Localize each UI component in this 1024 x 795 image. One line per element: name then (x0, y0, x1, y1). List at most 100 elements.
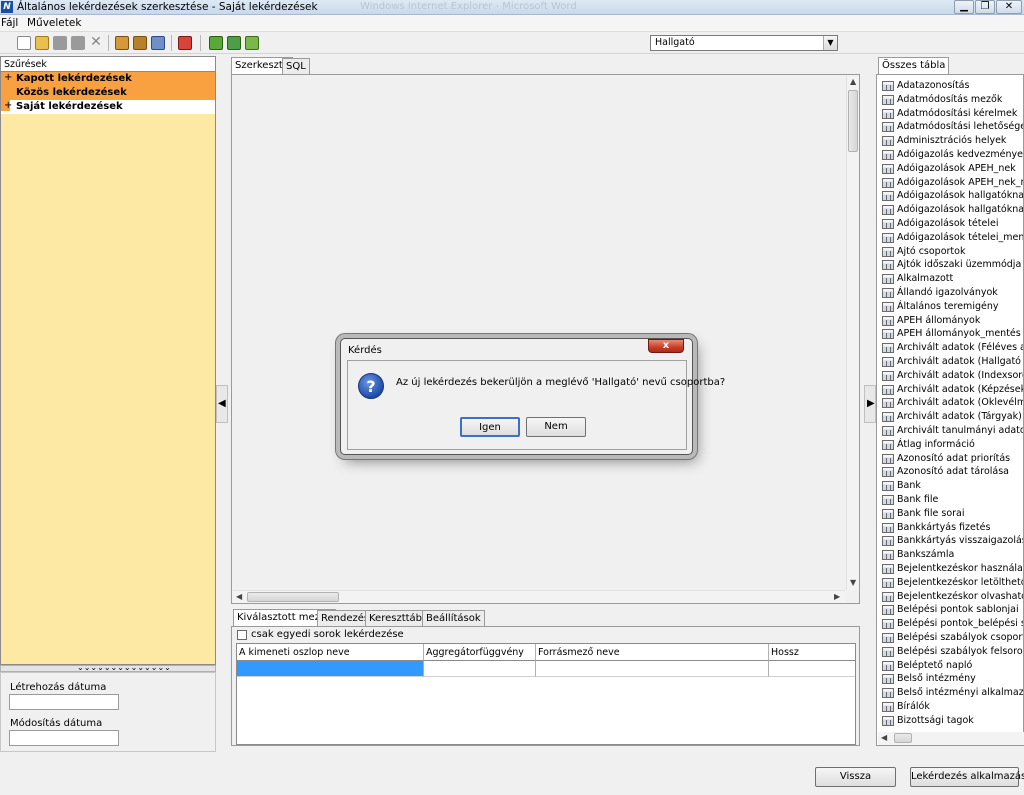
editor-vertical-scrollbar[interactable]: ▲ ▼ (846, 76, 859, 590)
scroll-left-icon[interactable]: ◀ (236, 592, 242, 601)
dialog-title: Kérdés (348, 345, 382, 356)
modified-date-label: Módosítás dátuma (10, 718, 103, 729)
toolbar: ✕ (0, 32, 1024, 54)
chevron-down-icon[interactable]: ▼ (823, 36, 837, 50)
no-button[interactable]: Nem (526, 417, 586, 437)
table-cell-selected[interactable] (237, 661, 424, 677)
list-item-label: Adóigazolás kedvezményezettje (897, 149, 1023, 160)
list-item-label: Adóigazolások hallgatóknak_mentés (897, 204, 1024, 216)
table-icon (882, 329, 894, 340)
expand-icon[interactable]: + (4, 72, 12, 83)
app-icon: N (1, 1, 13, 13)
maximize-button[interactable]: ❐ (975, 0, 995, 14)
list-item-label: Azonosító adat priorítás (897, 452, 1011, 464)
column-header-length[interactable]: Hossz (769, 644, 855, 661)
table-icon (882, 715, 894, 726)
collapse-right-button[interactable]: ▶ (864, 385, 876, 423)
created-date-label: Létrehozás dátuma (10, 682, 107, 693)
close-window-button[interactable]: ✕ (996, 0, 1022, 14)
table-list-horizontal-scrollbar[interactable]: ◀ (878, 732, 1024, 745)
column-header-output-name[interactable]: A kimeneti oszlop neve (237, 644, 424, 661)
table-list[interactable]: Adatazonosítás Adatmódosítás mezők Adatmód… (876, 74, 1024, 746)
back-button[interactable]: Vissza (815, 767, 896, 787)
paste-icon[interactable] (133, 36, 147, 50)
table-icon (882, 591, 894, 602)
minimize-button[interactable]: ▁ (954, 0, 974, 14)
tree-item-shared[interactable]: Közös lekérdezések (1, 86, 215, 100)
add-field-icon[interactable] (209, 36, 223, 50)
created-date-field[interactable] (9, 694, 119, 710)
modified-date-field[interactable] (9, 730, 119, 746)
sort-az-icon[interactable] (227, 36, 241, 50)
table-icon (882, 619, 894, 630)
import-icon[interactable] (178, 36, 192, 50)
save-icon[interactable] (53, 36, 67, 50)
list-item-label: Belépési szabályok csoportosítása (897, 632, 1024, 643)
list-item-label: Archivált adatok (Oklevélmellékletek) (897, 397, 1023, 409)
apply-query-button[interactable]: Lekérdezés alkalmazása (910, 767, 1024, 787)
table-icon (882, 177, 894, 188)
table-icon (882, 453, 894, 464)
table-cell[interactable] (424, 661, 536, 677)
list-item-label: Belépési pontok_belépési szabályok (897, 618, 1023, 630)
list-item-label: Bizottsági tagok (897, 714, 974, 726)
yes-button[interactable]: Igen (460, 417, 520, 437)
scroll-thumb[interactable] (848, 90, 858, 152)
splitter-grip-icon: ⌄⌄⌄⌄⌄⌄⌄⌄⌄⌄⌄⌄⌄⌄ (77, 663, 171, 672)
question-icon: ? (358, 373, 384, 399)
expand-icon[interactable]: + (1, 100, 12, 111)
tab-sql[interactable]: SQL (282, 58, 310, 75)
distinct-rows-label: csak egyedi sorok lekérdezése (251, 629, 404, 640)
list-item-label: Adatmódosítási lehetőségek (897, 121, 1024, 133)
table-icon (882, 646, 894, 657)
table-cell[interactable] (769, 661, 855, 677)
list-item-label: Belső intézményi alkalmazott (897, 687, 1024, 699)
column-header-aggregate[interactable]: Aggregátorfüggvény (424, 644, 536, 661)
table-cell[interactable] (536, 661, 769, 677)
new-document-icon[interactable] (17, 36, 31, 50)
sort-za-icon[interactable] (245, 36, 259, 50)
delete-icon[interactable]: ✕ (89, 35, 103, 50)
table-icon (882, 232, 894, 243)
scroll-thumb[interactable] (894, 733, 912, 743)
tree-item-received[interactable]: + Kapott lekérdezések (1, 72, 215, 86)
table-icon (882, 136, 894, 147)
tab-settings[interactable]: Beállítások (422, 610, 485, 627)
copy-icon[interactable] (115, 36, 129, 50)
scroll-right-icon[interactable]: ▶ (834, 592, 840, 601)
list-item-label: Archivált adatok (Képzések) (897, 383, 1024, 395)
group-combo[interactable]: Hallgató ▼ (650, 35, 838, 51)
list-item-label: Átlag információ (897, 438, 975, 450)
save-as-icon[interactable] (71, 36, 85, 50)
export-icon[interactable] (151, 36, 165, 50)
tab-all-tables[interactable]: Összes tábla (878, 57, 950, 75)
collapse-left-button[interactable]: ◀ (216, 385, 228, 423)
distinct-rows-checkbox[interactable] (237, 630, 247, 640)
table-icon (882, 246, 894, 257)
scroll-down-icon[interactable]: ▼ (850, 578, 856, 587)
list-item-label: Bank file sorai (897, 507, 965, 519)
column-header-source-field[interactable]: Forrásmező neve (536, 644, 769, 661)
open-folder-icon[interactable] (35, 36, 49, 50)
filter-header-label: Szűrések (4, 59, 47, 70)
list-item-label: Bankszámla (897, 549, 955, 561)
table-icon (882, 108, 894, 119)
editor-horizontal-scrollbar[interactable]: ◀ ▶ (233, 590, 845, 603)
list-item-label: Archivált tanulmányi adatok (Képzések) (897, 425, 1023, 436)
scroll-up-icon[interactable]: ▲ (850, 77, 856, 86)
table-icon (882, 702, 894, 712)
list-item-label: Bank file (897, 494, 939, 505)
list-item-label: Általános teremigény (897, 300, 999, 312)
menu-operations[interactable]: Műveletek (27, 17, 81, 29)
list-item-label: Adóigazolások tételei_mentés (897, 231, 1024, 243)
scroll-thumb[interactable] (247, 592, 339, 602)
table-icon (882, 522, 894, 533)
left-splitter[interactable]: ⌄⌄⌄⌄⌄⌄⌄⌄⌄⌄⌄⌄⌄⌄ (0, 663, 216, 672)
triangle-right-icon: ▶ (867, 398, 875, 409)
table-icon (882, 343, 894, 354)
selected-fields-grid[interactable]: A kimeneti oszlop neve Aggregátorfüggvén… (236, 643, 856, 745)
menu-file[interactable]: Fájl (1, 17, 18, 29)
dialog-close-button[interactable]: x (648, 339, 684, 353)
scroll-left-icon[interactable]: ◀ (881, 733, 887, 742)
tree-item-own[interactable]: + Saját lekérdezések (1, 100, 215, 114)
